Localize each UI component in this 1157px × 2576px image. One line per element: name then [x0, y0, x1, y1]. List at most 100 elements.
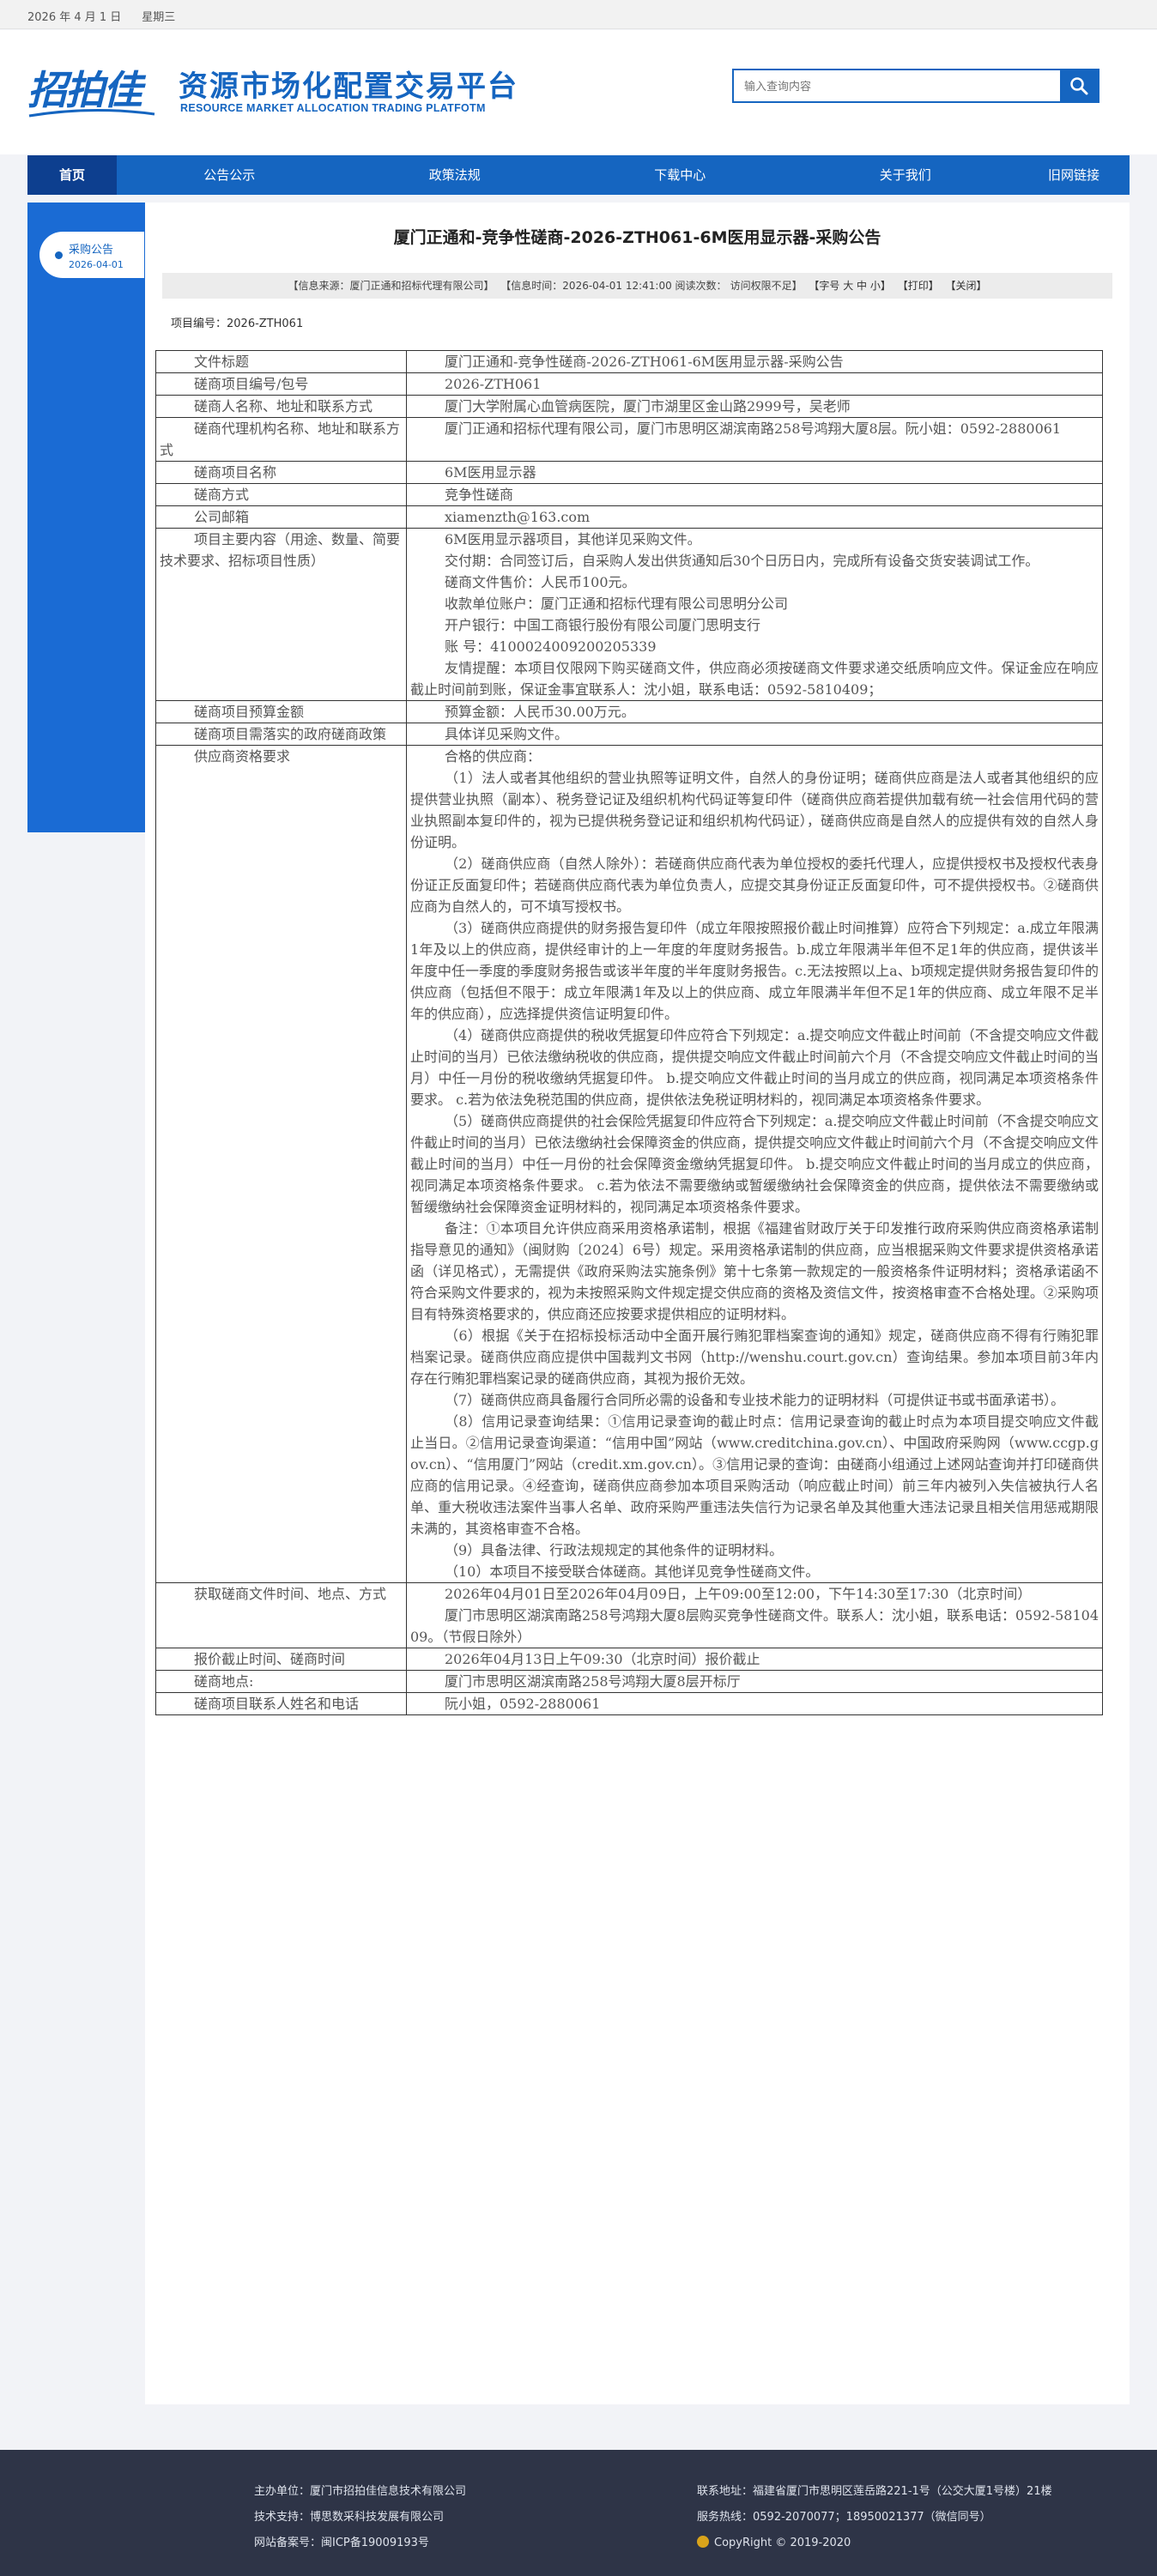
search-input[interactable]: [734, 70, 1060, 101]
close-link[interactable]: 【关闭】: [946, 280, 987, 292]
row-value: 预算金额：人民币30.00万元。: [406, 700, 1103, 723]
row-value: 具体详见采购文件。: [406, 723, 1103, 746]
info-access: 访问权限不足】: [730, 280, 803, 292]
footer-icp[interactable]: 网站备案号：闽ICP备19009193号: [254, 2531, 466, 2556]
row-value: 厦门市思明区湖滨南路258号鸿翔大厦8层开标厅: [406, 1670, 1103, 1693]
row-key: 磋商项目名称: [155, 461, 407, 484]
nav-announcements[interactable]: 公告公示: [117, 155, 342, 195]
paragraph: 开户银行：中国工商银行股份有限公司厦门思明支行: [445, 617, 761, 633]
row-value: xiamenzth@163.com: [406, 505, 1103, 529]
nav-home[interactable]: 首页: [27, 155, 117, 195]
row-value: 6M医用显示器: [406, 461, 1103, 484]
row-key: 磋商代理机构名称、地址和联系方式: [155, 417, 407, 462]
row-key: 磋商项目需落实的政府磋商政策: [155, 723, 407, 746]
footer-host: 主办单位：厦门市招拍佳信息技术有限公司: [254, 2485, 467, 2498]
print-link[interactable]: 【打印】: [898, 280, 939, 292]
article-title: 厦门正通和-竞争性磋商-2026-ZTH061-6M医用显示器-采购公告: [393, 228, 881, 247]
nav-downloads[interactable]: 下载中心: [567, 155, 793, 195]
sidebar-item-date: 2026-04-01: [69, 259, 124, 270]
paragraph: 6M医用显示器项目，其他详见采购文件。: [445, 531, 701, 547]
row-value: 合格的供应商： （1）法人或者其他组织的营业执照等证明文件，自然人的身份证明；磋…: [406, 745, 1103, 1583]
row-key: 公司邮箱: [155, 505, 407, 529]
row-key: 项目主要内容（用途、数量、简要技术要求、招标项目性质）: [155, 528, 407, 701]
table-row: 文件标题 厦门正通和-竞争性磋商-2026-ZTH061-6M医用显示器-采购公告: [155, 350, 1103, 373]
row-value: 阮小姐，0592-2880061: [406, 1692, 1103, 1715]
search-box: [732, 69, 1099, 103]
footer-support: 技术支持：博思数采科技发展有限公司: [254, 2511, 445, 2524]
nav-about[interactable]: 关于我们: [793, 155, 1019, 195]
paragraph: 合格的供应商：: [445, 748, 542, 765]
nav-old-site[interactable]: 旧网链接: [1018, 155, 1130, 195]
table-row: 磋商人名称、地址和联系方式 厦门大学附属心血管病医院，厦门市湖里区金山路2999号…: [155, 395, 1103, 418]
row-key: 文件标题: [155, 350, 407, 373]
paragraph: 收款单位账户：厦门正通和招标代理有限公司思明分公司: [445, 596, 789, 612]
row-key: 磋商人名称、地址和联系方式: [155, 395, 407, 418]
nav-policies[interactable]: 政策法规: [342, 155, 568, 195]
table-row: 获取磋商文件时间、地点、方式 2026年04月01日至2026年04月09日，上…: [155, 1582, 1103, 1648]
paragraph: （10）本项目不接受联合体磋商。其他详见竞争性磋商文件。: [445, 1563, 820, 1580]
info-time: 【信息时间：2026-04-01 12:41:00 阅读次数：: [500, 280, 727, 292]
table-row: 公司邮箱 xiamenzth@163.com: [155, 505, 1103, 529]
row-value: 厦门正通和招标代理有限公司，厦门市思明区湖滨南路258号鸿翔大厦8层。阮小姐：0…: [406, 417, 1103, 462]
row-value: 厦门大学附属心血管病医院，厦门市湖里区金山路2999号，吴老师: [406, 395, 1103, 418]
paragraph: 备注：①本项目允许供应商采用资格承诺制，根据《福建省财政厅关于印发推行政府采购供…: [410, 1220, 1099, 1322]
footer-copyright: CopyRight © 2019-2020: [697, 2531, 1052, 2556]
row-value: 2026-ZTH061: [406, 372, 1103, 396]
footer-right: 联系地址：福建省厦门市思明区莲岳路221-1号（公交大厦1号楼）21楼 服务热线…: [697, 2479, 1052, 2556]
sidebar-item-label: 采购公告: [69, 244, 114, 257]
site-header: 招拍佳 资源市场化配置交易平台 RESOURCE MARKET ALLOCATI…: [0, 30, 1157, 154]
paragraph: （6）根据《关于在招标投标活动中全面开展行贿犯罪档案查询的通知》规定，磋商供应商…: [410, 1327, 1099, 1387]
font-size-control[interactable]: 【字号 大 中 小】: [809, 280, 890, 292]
site-logo[interactable]: 招拍佳: [27, 56, 156, 124]
info-source: 【信息来源：厦门正通和招标代理有限公司】: [288, 280, 494, 292]
paragraph: 厦门市思明区湖滨南路258号鸿翔大厦8层购买竞争性磋商文件。联系人：沈小姐，联系…: [410, 1607, 1099, 1645]
paragraph: 交付期：合同签订后，自采购人发出供货通知后30个日历日内，完成所有设备交货安装调…: [445, 553, 1039, 569]
side-panel: 采购公告 2026-04-01: [27, 203, 145, 832]
row-key: 磋商地点:: [155, 1670, 407, 1693]
site-title-en: RESOURCE MARKET ALLOCATION TRADING PLATF…: [180, 102, 486, 114]
site-title: 资源市场化配置交易平台: [179, 70, 518, 104]
search-button[interactable]: [1060, 70, 1098, 101]
paragraph: （2）磋商供应商（自然人除外）：若磋商供应商代表为单位授权的委托代理人，应提供授…: [410, 856, 1099, 915]
site-footer: 主办单位：厦门市招拍佳信息技术有限公司 技术支持：博思数采科技发展有限公司 网站…: [0, 2450, 1157, 2576]
article-panel: 厦门正通和-竞争性磋商-2026-ZTH061-6M医用显示器-采购公告 【信息…: [145, 203, 1130, 2404]
footer-phone: 服务热线：0592-2070077；18950021377（微信同号）: [697, 2511, 991, 2524]
table-row: 磋商地点: 厦门市思明区湖滨南路258号鸿翔大厦8层开标厅: [155, 1670, 1103, 1693]
row-value: 2026年04月01日至2026年04月09日，上午09:00至12:00，下午…: [406, 1582, 1103, 1648]
sidebar-item-procurement[interactable]: 采购公告 2026-04-01: [39, 232, 144, 278]
row-key: 磋商项目预算金额: [155, 700, 407, 723]
paragraph: （9）具备法律、行政法规规定的其他条件的证明材料。: [445, 1542, 784, 1558]
row-key: 供应商资格要求: [155, 745, 407, 1583]
row-value: 厦门正通和-竞争性磋商-2026-ZTH061-6M医用显示器-采购公告: [406, 350, 1103, 373]
row-key: 磋商项目联系人姓名和电话: [155, 1692, 407, 1715]
weekday-text: 星期三: [142, 11, 176, 24]
paragraph: 2026年04月01日至2026年04月09日，上午09:00至12:00，下午…: [445, 1586, 1032, 1602]
project-number: 项目编号：2026-ZTH061: [171, 317, 304, 330]
paragraph: （4）磋商供应商提供的税收凭据复印件应符合下列规定：a.提交响应文件截止时间前（…: [410, 1027, 1099, 1108]
current-date: 2026 年 4 月 1 日 星期三: [27, 8, 196, 24]
row-value: 竞争性磋商: [406, 483, 1103, 506]
row-key: 获取磋商文件时间、地点、方式: [155, 1582, 407, 1648]
paragraph: （7）磋商供应商具备履行合同所必需的设备和专业技术能力的证明材料（可提供证书或书…: [445, 1392, 1065, 1408]
footer-left: 主办单位：厦门市招拍佳信息技术有限公司 技术支持：博思数采科技发展有限公司 网站…: [254, 2479, 466, 2556]
table-row: 磋商项目预算金额 预算金额：人民币30.00万元。: [155, 700, 1103, 723]
table-row: 磋商项目编号/包号 2026-ZTH061: [155, 372, 1103, 396]
date-text: 2026 年 4 月 1 日: [27, 11, 122, 24]
top-strip: 2026 年 4 月 1 日 星期三: [0, 0, 1157, 29]
paragraph: （8）信用记录查询结果：①信用记录查询的截止时点：信用记录查询的截止时点为本项目…: [410, 1413, 1099, 1537]
table-row: 磋商代理机构名称、地址和联系方式 厦门正通和招标代理有限公司，厦门市思明区湖滨南路…: [155, 417, 1103, 462]
row-value: 2026年04月13日上午09:30（北京时间）报价截止: [406, 1648, 1103, 1671]
paragraph: （3）磋商供应商提供的财务报告复印件（成立年限按照报价截止时间推算）应符合下列规…: [410, 920, 1099, 1022]
paragraph: 磋商文件售价：人民币100元。: [445, 574, 636, 590]
main-nav: 首页 公告公示 政策法规 下载中心 关于我们 旧网链接: [27, 155, 1130, 195]
row-key: 磋商项目编号/包号: [155, 372, 407, 396]
search-icon: [1070, 77, 1088, 95]
table-row: 磋商方式 竞争性磋商: [155, 483, 1103, 506]
table-row: 磋商项目联系人姓名和电话 阮小姐，0592-2880061: [155, 1692, 1103, 1715]
paragraph: （5）磋商供应商提供的社会保险凭据复印件应符合下列规定：a.提交响应文件截止时间…: [410, 1113, 1099, 1215]
row-value: 6M医用显示器项目，其他详见采购文件。 交付期：合同签订后，自采购人发出供货通知…: [406, 528, 1103, 701]
paragraph: （1）法人或者其他组织的营业执照等证明文件，自然人的身份证明；磋商供应商是法人或…: [410, 770, 1099, 850]
table-row: 项目主要内容（用途、数量、简要技术要求、招标项目性质） 6M医用显示器项目，其他…: [155, 528, 1103, 701]
footer-address: 联系地址：福建省厦门市思明区莲岳路221-1号（公交大厦1号楼）21楼: [697, 2485, 1052, 2498]
table-row: 磋商项目需落实的政府磋商政策 具体详见采购文件。: [155, 723, 1103, 746]
